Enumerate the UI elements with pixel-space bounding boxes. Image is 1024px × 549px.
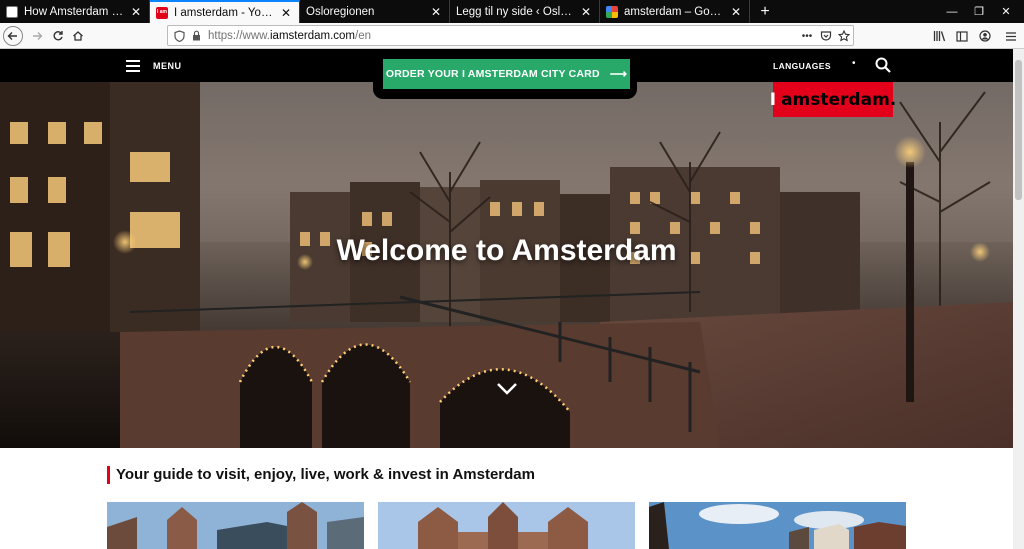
close-tab-icon[interactable]: ✕ <box>729 5 743 19</box>
hero-title: Welcome to Amsterdam <box>336 234 677 267</box>
card-canal-houses[interactable] <box>649 502 906 549</box>
page-actions-button[interactable]: ••• <box>796 26 818 46</box>
forward-arrow-icon <box>33 32 43 40</box>
city-card-cta-container: ORDER YOUR I AMSTERDAM CITY CARD ⟶ <box>373 49 637 99</box>
address-bar[interactable]: https://www.iamsterdam.com/en <box>167 25 854 46</box>
hamburger-menu-icon <box>1006 31 1016 41</box>
reload-button[interactable] <box>48 26 68 46</box>
close-tab-icon[interactable]: ✕ <box>429 5 443 19</box>
logo-text: amsterdam. <box>781 89 897 110</box>
url-path: /en <box>355 29 371 42</box>
close-tab-icon[interactable]: ✕ <box>279 6 293 20</box>
main-content: Your guide to visit, enjoy, live, work &… <box>0 448 1013 549</box>
card-image <box>649 502 906 549</box>
star-icon <box>838 30 850 42</box>
account-button[interactable] <box>975 26 995 46</box>
google-icon <box>606 5 618 18</box>
card-image <box>107 502 364 549</box>
library-button[interactable] <box>929 26 949 46</box>
close-window-icon[interactable]: ✕ <box>988 0 1024 23</box>
close-tab-icon[interactable]: ✕ <box>129 5 143 19</box>
iamsterdam-favicon-icon: I am <box>156 6 168 19</box>
bookmark-star-button[interactable] <box>834 26 854 46</box>
tab-osloregionen[interactable]: Osloregionen ✕ <box>300 0 450 23</box>
tab-title: amsterdam – Google Søk <box>624 5 725 18</box>
url-text: https://www.iamsterdam.com/en <box>208 30 371 42</box>
library-icon <box>933 31 945 42</box>
pocket-icon <box>820 31 832 41</box>
lock-icon[interactable] <box>188 30 204 41</box>
back-button[interactable] <box>3 26 23 46</box>
logo-i: I <box>769 89 777 110</box>
order-city-card-button[interactable]: ORDER YOUR I AMSTERDAM CITY CARD ⟶ <box>383 59 630 89</box>
sidebar-icon <box>956 30 968 42</box>
arrow-right-icon: ⟶ <box>609 67 628 81</box>
hero-banner: Welcome to Amsterdam <box>0 82 1013 448</box>
open-menu-button[interactable] <box>1001 26 1021 46</box>
order-city-card-label: ORDER YOUR I AMSTERDAM CITY CARD <box>385 68 600 80</box>
tab-title: I amsterdam - Your guide to vis <box>174 6 275 19</box>
close-tab-icon[interactable]: ✕ <box>579 5 593 19</box>
url-host: iamsterdam.com <box>270 29 355 42</box>
tab-google-search[interactable]: amsterdam – Google Søk ✕ <box>600 0 750 23</box>
forward-button[interactable] <box>27 26 47 46</box>
home-button[interactable] <box>68 26 88 46</box>
navigation-toolbar: https://www.iamsterdam.com/en ••• <box>0 23 1024 49</box>
languages-dot: • <box>852 58 856 69</box>
tab-iamsterdam[interactable]: I am I amsterdam - Your guide to vis ✕ <box>150 0 300 23</box>
reload-icon <box>53 31 63 41</box>
tab-title: Osloregionen <box>306 5 375 18</box>
tab-strip: How Amsterdam is fighting m ✕ I am I ams… <box>0 0 1024 23</box>
menu-hamburger-icon[interactable] <box>126 60 140 72</box>
sidebar-button[interactable] <box>952 26 972 46</box>
search-icon[interactable] <box>875 57 891 73</box>
new-tab-button[interactable]: + <box>750 0 780 23</box>
tab-title: Legg til ny side ‹ Osloregionen — W <box>456 5 575 18</box>
pocket-button[interactable] <box>816 26 836 46</box>
document-icon <box>6 5 18 18</box>
card-amsterdam-architecture[interactable] <box>107 502 364 549</box>
back-arrow-icon <box>7 32 17 40</box>
url-protocol: https://www. <box>208 29 270 42</box>
tab-title: How Amsterdam is fighting m <box>24 5 125 18</box>
card-central-station[interactable] <box>378 502 635 549</box>
account-icon <box>979 30 991 42</box>
iamsterdam-logo[interactable]: I amsterdam. <box>769 82 897 117</box>
card-image <box>378 502 635 549</box>
section-title: Your guide to visit, enjoy, live, work &… <box>116 466 535 483</box>
tab-legg-til-ny-side[interactable]: Legg til ny side ‹ Osloregionen — W ✕ <box>450 0 600 23</box>
menu-label[interactable]: MENU <box>153 61 182 71</box>
section-accent-bar <box>107 466 110 484</box>
home-icon <box>73 31 83 41</box>
tab-amsterdam-article[interactable]: How Amsterdam is fighting m ✕ <box>0 0 150 23</box>
languages-selector[interactable]: LANGUAGES <box>773 61 831 71</box>
scrollbar-thumb[interactable] <box>1015 60 1022 200</box>
tracking-protection-icon[interactable] <box>170 29 188 42</box>
chevron-down-icon[interactable] <box>496 382 518 396</box>
